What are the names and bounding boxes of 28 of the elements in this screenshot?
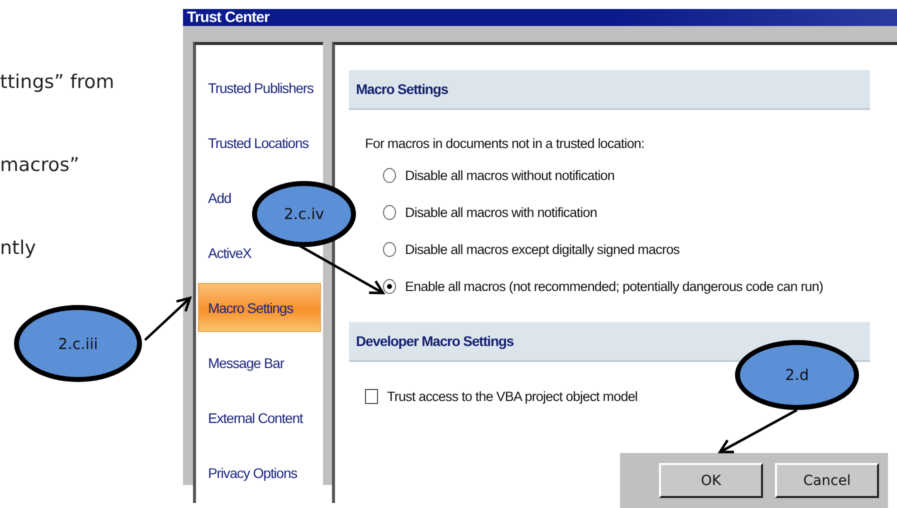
option-label: Disable all macros with notification	[405, 205, 597, 220]
prompt-text: For macros in documents not in a trusted location:	[365, 136, 646, 151]
document-text: ntly	[0, 236, 38, 261]
document-text: ttings” from	[0, 70, 116, 95]
sidebar-item[interactable]: Trusted Publishers	[198, 63, 316, 112]
ok-button[interactable]: OK	[659, 463, 763, 498]
sidebar-item[interactable]: Trusted Locations	[198, 118, 312, 167]
option-label: Enable all macros (not recommended; potentially dangerous code can run)	[405, 279, 824, 294]
cancel-button[interactable]: Cancel	[775, 463, 879, 498]
radio-button[interactable]	[383, 279, 396, 294]
arrow	[144, 296, 192, 341]
radio-button[interactable]	[383, 205, 396, 220]
radio-button[interactable]	[383, 242, 396, 257]
document-text: macros”	[0, 153, 80, 178]
callout-bubble: 2.c.iii	[14, 305, 142, 382]
checkbox[interactable]	[365, 389, 378, 404]
option-label: Disable all macros except digitally signed macros	[405, 242, 680, 257]
checkbox-label: Trust access to the VBA project object model	[387, 389, 638, 404]
option-label: Disable all macros without notification	[405, 168, 615, 183]
sidebar-item[interactable]: External Content	[198, 393, 306, 442]
sidebar-item[interactable]: ActiveX	[198, 228, 254, 277]
sidebar-item[interactable]: Privacy Options	[198, 448, 300, 497]
radio-button[interactable]	[383, 168, 396, 183]
sidebar-item[interactable]: Message Bar	[198, 338, 287, 387]
section-header: Macro Settings	[349, 70, 870, 110]
window-title: Trust Center	[187, 9, 270, 26]
sidebar-item[interactable]: Add	[198, 173, 234, 222]
sidebar-item[interactable]: Macro Settings	[198, 283, 321, 332]
